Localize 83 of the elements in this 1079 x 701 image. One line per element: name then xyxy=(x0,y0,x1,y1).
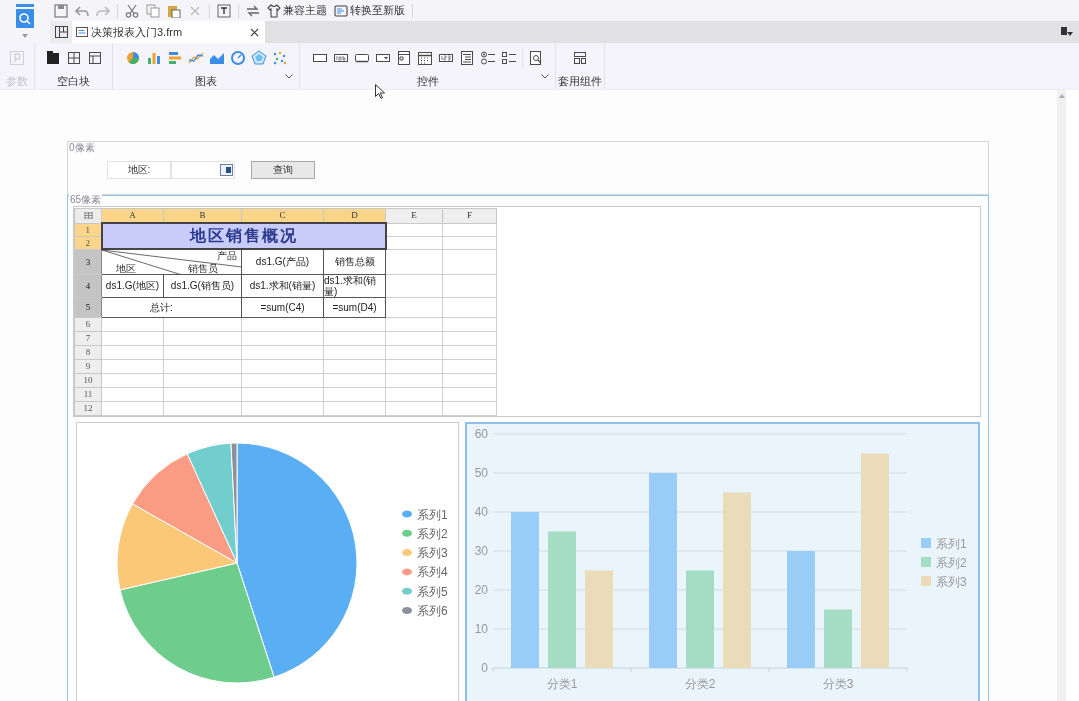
table-block-icon[interactable] xyxy=(86,49,103,66)
group-label: 空白块 xyxy=(57,73,90,89)
axis-tick-label: 50 xyxy=(474,465,488,480)
swap-icon[interactable] xyxy=(246,3,260,18)
table-cell: ds1.G(产品) xyxy=(241,249,324,274)
block-icon[interactable] xyxy=(44,49,61,66)
template-icon[interactable] xyxy=(572,49,588,66)
panel-height-label: 0像素 xyxy=(69,142,95,154)
file-tab[interactable]: 决策报表入门3.frm xyxy=(72,21,265,43)
calendar-icon[interactable] xyxy=(416,49,433,66)
legend-label[interactable]: 系列4 xyxy=(417,564,448,579)
table-cell: 销售总额 xyxy=(323,249,386,274)
cut-icon[interactable] xyxy=(125,3,139,18)
toolbar-button[interactable]: 转换至新版 xyxy=(334,1,405,20)
checkbox-group-icon[interactable] xyxy=(500,49,517,66)
panel-height-label: 65像素 xyxy=(69,194,103,206)
legend-swatch xyxy=(921,575,931,586)
header-label: 销售员 xyxy=(188,262,218,274)
horizontal-bar-chart-icon[interactable] xyxy=(166,49,183,66)
radar-chart-icon[interactable] xyxy=(250,49,267,66)
shirt-icon[interactable] xyxy=(267,3,281,18)
axis-category-label: 分类2 xyxy=(684,676,716,691)
select-all-icon[interactable] xyxy=(83,212,93,220)
column-header[interactable]: F xyxy=(442,208,497,223)
report-title: 地区销售概况 xyxy=(101,223,386,249)
table-cell: =sum(D4) xyxy=(323,297,386,317)
legend-label[interactable]: 系列5 xyxy=(417,584,448,599)
group-label: 套用组件 xyxy=(558,73,602,89)
axis-tick-label: 30 xyxy=(474,543,488,558)
gauge-icon[interactable] xyxy=(229,49,246,66)
text-area-icon[interactable] xyxy=(458,49,475,66)
field-label: 地区: xyxy=(107,161,171,179)
legend-label[interactable]: 系列6 xyxy=(417,603,448,618)
axis-tick-label: 60 xyxy=(474,426,488,441)
chevron-down-icon[interactable] xyxy=(285,74,293,79)
header-label: 地区 xyxy=(116,262,136,274)
bar xyxy=(824,609,852,668)
axis-category-label: 分类1 xyxy=(546,676,578,691)
tab-label: 决策报表入门3.frm xyxy=(91,24,184,40)
row-header[interactable]: 3 xyxy=(74,249,102,274)
radio-group-icon[interactable] xyxy=(479,49,496,66)
row-header[interactable]: 4 xyxy=(74,274,102,297)
query-button[interactable]: 查询 xyxy=(251,161,315,179)
axis-tick-label: 10 xyxy=(474,621,488,636)
legend-swatch xyxy=(921,556,931,567)
app-logo-icon[interactable] xyxy=(15,4,35,28)
table-cell: =sum(C4) xyxy=(241,297,324,317)
list-icon[interactable] xyxy=(395,49,412,66)
legend-label[interactable]: 系列3 xyxy=(417,545,448,560)
table-cell: ds1.求和(销量) xyxy=(323,274,386,297)
column-header[interactable]: E xyxy=(385,208,443,223)
pie-chart-icon[interactable] xyxy=(124,49,141,66)
split-block-icon[interactable] xyxy=(65,49,82,66)
close-icon[interactable] xyxy=(250,27,259,37)
table-cell: ds1.G(销售员) xyxy=(163,274,242,297)
preview-icon[interactable] xyxy=(527,49,544,66)
undo-icon[interactable] xyxy=(75,3,89,18)
axis-tick-label: 0 xyxy=(481,660,488,675)
combo-box[interactable] xyxy=(171,161,235,179)
paste-icon[interactable] xyxy=(167,3,181,18)
save-icon[interactable] xyxy=(54,3,68,18)
group-label: 图表 xyxy=(195,73,217,89)
chevron-down-icon[interactable] xyxy=(541,74,549,79)
dropdown-icon[interactable] xyxy=(220,164,233,176)
legend-label[interactable]: 系列1 xyxy=(417,507,448,521)
table-cell: ds1.求和(销量) xyxy=(241,274,324,297)
legend-label[interactable]: 系列2 xyxy=(417,526,448,541)
axis-category-label: 分类3 xyxy=(822,676,854,691)
scrollbar[interactable] xyxy=(1057,90,1066,701)
table-cell: ds1.G(地区) xyxy=(101,274,164,297)
scatter-chart-icon[interactable] xyxy=(271,49,288,66)
header-label: 产品 xyxy=(217,250,237,261)
toolbar-button[interactable]: 兼容主题 xyxy=(267,1,327,20)
caret-icon[interactable] xyxy=(22,34,28,38)
document-icon[interactable] xyxy=(76,26,88,38)
axis-tick-label: 20 xyxy=(474,582,488,597)
group-label: 控件 xyxy=(416,73,439,89)
layout-icon[interactable] xyxy=(54,26,68,38)
panel-menu-icon[interactable] xyxy=(1061,27,1073,37)
table-cell: 总计: xyxy=(101,297,242,317)
axis-tick-label: 40 xyxy=(474,504,488,519)
legend-swatch xyxy=(921,537,931,548)
row-header[interactable]: 5 xyxy=(74,297,102,317)
